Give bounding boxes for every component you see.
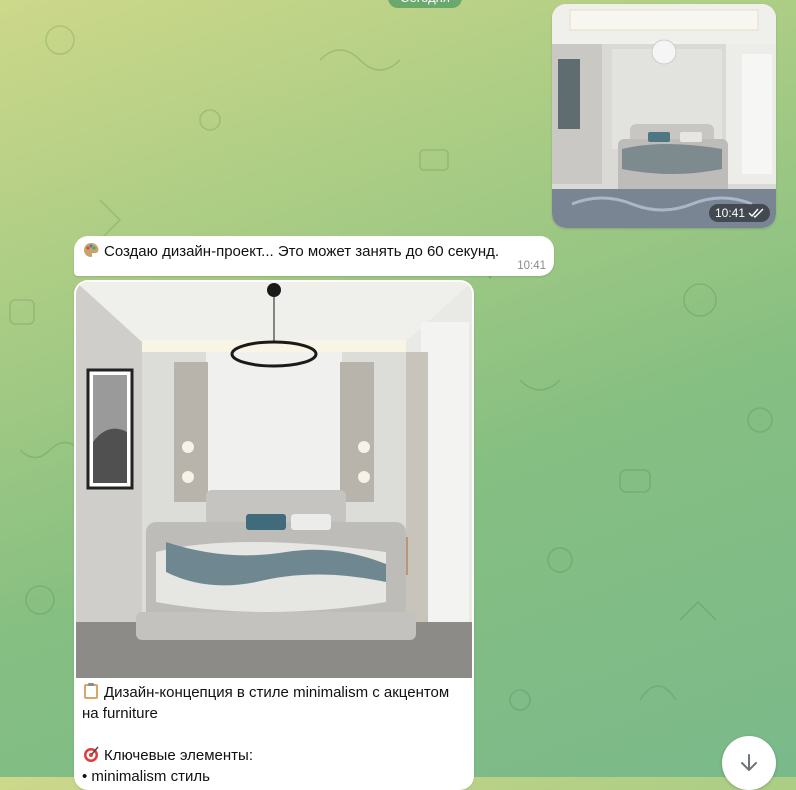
status-message-time: 10:41 xyxy=(517,260,546,272)
bedroom-render-image xyxy=(76,282,472,678)
status-message-text: Создаю дизайн-проект... Это может занять… xyxy=(104,243,500,260)
clipboard-icon xyxy=(84,683,98,699)
scroll-down-button[interactable] xyxy=(722,736,776,790)
caption-spacer xyxy=(82,724,462,745)
double-check-icon xyxy=(748,208,764,218)
design-caption: Дизайн-концепция в стиле minimalism с ак… xyxy=(82,682,462,787)
status-message-text-line: Создаю дизайн-проект... Это может занять… xyxy=(82,241,499,260)
design-result-message[interactable]: Дизайн-концепция в стиле minimalism с ак… xyxy=(74,280,474,790)
outgoing-photo-message[interactable]: 10:41 xyxy=(552,4,776,228)
palette-icon xyxy=(84,242,99,257)
chevron-down-icon xyxy=(741,754,757,771)
photo-time-text: 10:41 xyxy=(714,206,745,220)
bedroom-photo-large[interactable] xyxy=(76,282,472,678)
status-message-bubble[interactable]: Создаю дизайн-проект... Это может занять… xyxy=(74,236,554,276)
caption-line-key-elements: Ключевые элементы: xyxy=(82,745,462,766)
caption-key-elements-text: Ключевые элементы: xyxy=(104,747,254,764)
target-icon xyxy=(84,746,99,762)
date-chip: Сегодня xyxy=(388,0,462,8)
bedroom-photo-small xyxy=(552,4,776,228)
photo-timestamp: 10:41 xyxy=(708,204,770,222)
caption-concept-text: Дизайн-концепция в стиле minimalism с ак… xyxy=(82,684,450,722)
caption-line-concept: Дизайн-концепция в стиле minimalism с ак… xyxy=(82,682,462,724)
